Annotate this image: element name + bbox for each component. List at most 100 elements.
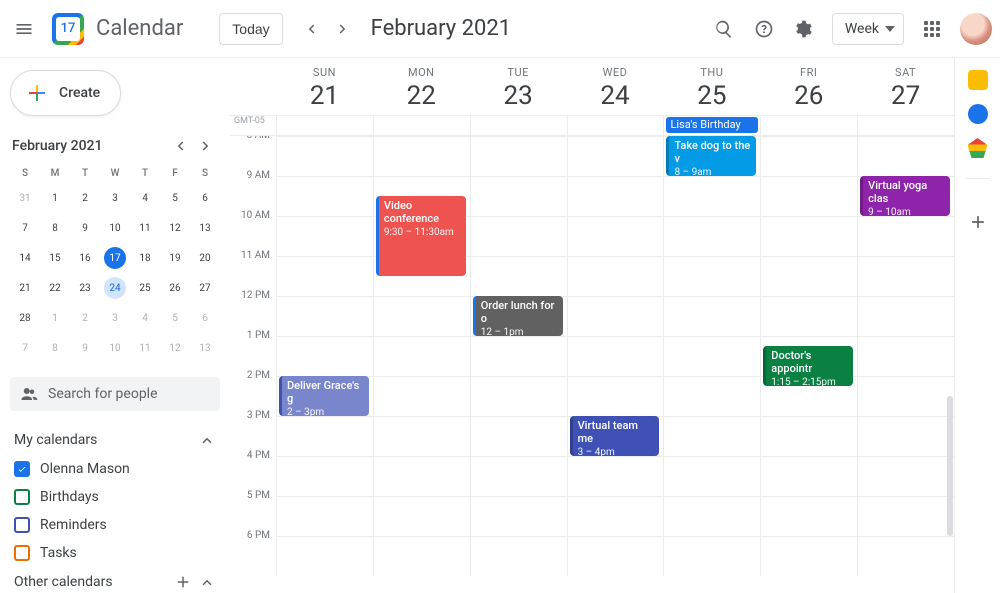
calendar-checkbox[interactable] [14, 461, 30, 477]
mini-day[interactable]: 22 [40, 273, 70, 303]
calendar-checkbox[interactable] [14, 517, 30, 533]
tasks-icon[interactable] [968, 104, 988, 124]
calendar-item[interactable]: Birthdays [10, 483, 220, 511]
allday-cell[interactable] [760, 116, 857, 135]
mini-day[interactable]: 12 [160, 333, 190, 363]
calendar-event[interactable]: Video conference9:30 – 11:30am [376, 196, 466, 276]
calendar-event[interactable]: Order lunch for o12 – 1pm [473, 296, 563, 336]
mini-day[interactable]: 5 [160, 303, 190, 333]
mini-day[interactable]: 13 [190, 333, 220, 363]
mini-day[interactable]: 6 [190, 183, 220, 213]
calendar-event[interactable]: Deliver Grace's g2 – 3pm [279, 376, 369, 416]
google-apps-button[interactable] [912, 9, 952, 49]
mini-day[interactable]: 11 [130, 333, 160, 363]
day-header[interactable]: TUE23 [470, 58, 567, 115]
mini-day[interactable]: 10 [100, 333, 130, 363]
mini-day[interactable]: 16 [70, 243, 100, 273]
mini-day[interactable]: 26 [160, 273, 190, 303]
mini-day[interactable]: 19 [160, 243, 190, 273]
day-column[interactable]: Deliver Grace's g2 – 3pm [276, 136, 373, 576]
account-avatar[interactable] [960, 13, 992, 45]
day-header[interactable]: WED24 [567, 58, 664, 115]
next-week-button[interactable] [327, 13, 359, 45]
calendar-item[interactable]: Olenna Mason [10, 455, 220, 483]
view-selector[interactable]: Week [832, 13, 904, 45]
mini-day[interactable]: 4 [130, 303, 160, 333]
mini-day[interactable]: 23 [70, 273, 100, 303]
mini-day[interactable]: 27 [190, 273, 220, 303]
other-calendars-toggle[interactable]: Other calendars [10, 567, 220, 593]
mini-day[interactable]: 7 [10, 213, 40, 243]
mini-prev-button[interactable] [168, 134, 192, 158]
allday-event[interactable]: Lisa's Birthday [666, 117, 758, 133]
calendar-item[interactable]: Tasks [10, 539, 220, 567]
mini-day[interactable]: 24 [100, 273, 130, 303]
mini-day[interactable]: 13 [190, 213, 220, 243]
calendar-checkbox[interactable] [14, 545, 30, 561]
mini-day[interactable]: 3 [100, 183, 130, 213]
mini-day[interactable]: 20 [190, 243, 220, 273]
search-people-input[interactable]: Search for people [10, 377, 220, 411]
mini-day[interactable]: 7 [10, 333, 40, 363]
calendar-item[interactable]: Reminders [10, 511, 220, 539]
scrollbar-thumb[interactable] [947, 396, 953, 536]
day-header[interactable]: THU25 [663, 58, 760, 115]
add-calendar-button[interactable] [174, 573, 192, 591]
mini-day[interactable]: 2 [70, 303, 100, 333]
allday-cell[interactable]: Lisa's Birthday [663, 116, 760, 135]
help-button[interactable] [744, 9, 784, 49]
day-header[interactable]: SAT27 [857, 58, 954, 115]
mini-day[interactable]: 15 [40, 243, 70, 273]
my-calendars-toggle[interactable]: My calendars [10, 425, 220, 455]
mini-day[interactable]: 2 [70, 183, 100, 213]
mini-next-button[interactable] [194, 134, 218, 158]
mini-day[interactable]: 8 [40, 333, 70, 363]
mini-day[interactable]: 6 [190, 303, 220, 333]
keep-icon[interactable] [968, 70, 988, 90]
day-header[interactable]: MON22 [373, 58, 470, 115]
mini-day[interactable]: 18 [130, 243, 160, 273]
main-menu-button[interactable] [4, 9, 44, 49]
mini-day[interactable]: 1 [40, 183, 70, 213]
create-button[interactable]: Create [10, 70, 121, 116]
day-column[interactable]: Virtual team me3 – 4pm [567, 136, 664, 576]
mini-day[interactable]: 11 [130, 213, 160, 243]
allday-cell[interactable] [276, 116, 373, 135]
mini-day[interactable]: 9 [70, 333, 100, 363]
calendar-checkbox[interactable] [14, 489, 30, 505]
mini-day[interactable]: 31 [10, 183, 40, 213]
day-column[interactable]: Order lunch for o12 – 1pm [470, 136, 567, 576]
day-header[interactable]: SUN21 [276, 58, 373, 115]
prev-week-button[interactable] [295, 13, 327, 45]
maps-icon[interactable] [968, 138, 988, 158]
mini-day[interactable]: 21 [10, 273, 40, 303]
day-column[interactable]: Video conference9:30 – 11:30am [373, 136, 470, 576]
calendar-event[interactable]: Take dog to the v8 – 9am [666, 136, 756, 176]
mini-day[interactable]: 5 [160, 183, 190, 213]
allday-cell[interactable] [470, 116, 567, 135]
settings-button[interactable] [784, 9, 824, 49]
mini-day[interactable]: 28 [10, 303, 40, 333]
allday-cell[interactable] [857, 116, 954, 135]
mini-day[interactable]: 14 [10, 243, 40, 273]
day-header[interactable]: FRI26 [760, 58, 857, 115]
day-column[interactable]: Take dog to the v8 – 9am [663, 136, 760, 576]
mini-day[interactable]: 10 [100, 213, 130, 243]
day-column[interactable]: Virtual yoga clas9 – 10am [857, 136, 954, 576]
mini-day[interactable]: 17 [100, 243, 130, 273]
mini-day[interactable]: 8 [40, 213, 70, 243]
add-addon-button[interactable] [968, 212, 988, 232]
allday-cell[interactable] [567, 116, 664, 135]
calendar-event[interactable]: Doctor's appointr1:15 – 2:15pm [763, 346, 853, 386]
calendar-event[interactable]: Virtual team me3 – 4pm [570, 416, 660, 456]
mini-day[interactable]: 9 [70, 213, 100, 243]
mini-day[interactable]: 1 [40, 303, 70, 333]
today-button[interactable]: Today [219, 13, 282, 45]
day-column[interactable]: Doctor's appointr1:15 – 2:15pm [760, 136, 857, 576]
allday-cell[interactable] [373, 116, 470, 135]
search-button[interactable] [704, 9, 744, 49]
mini-day[interactable]: 3 [100, 303, 130, 333]
mini-day[interactable]: 4 [130, 183, 160, 213]
mini-day[interactable]: 12 [160, 213, 190, 243]
mini-day[interactable]: 25 [130, 273, 160, 303]
